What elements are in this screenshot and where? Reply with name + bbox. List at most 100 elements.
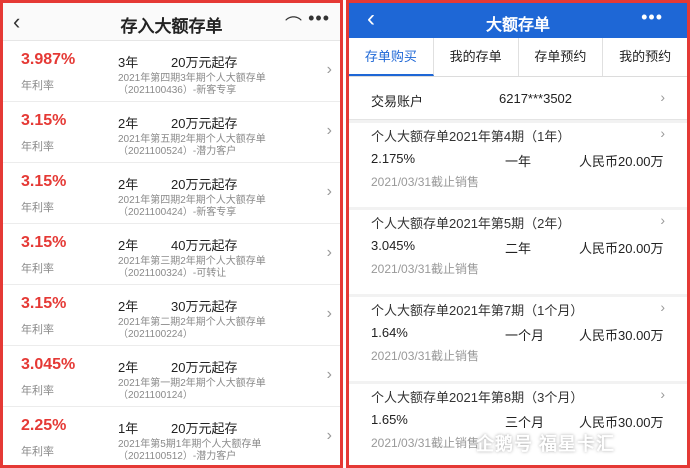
annual-rate: 2.25% (21, 417, 67, 434)
rate-label: 年利率 (21, 263, 54, 275)
term: 2年 (118, 360, 139, 375)
term: 1年 (118, 421, 139, 436)
description: 2021年第四期2年期个人大额存单 （2021100424）-新客专享 (118, 195, 313, 219)
annual-rate: 3.15% (21, 234, 67, 251)
product-term: 一年 (505, 154, 532, 169)
product-amount: 人民币30.00万 (579, 328, 664, 343)
term: 3年 (118, 55, 139, 70)
headset-icon[interactable]: ⌒ (285, 11, 302, 36)
account-number: 6217***3502 (499, 91, 573, 106)
tab-purchase[interactable]: 存单购买 (349, 38, 434, 76)
chevron-right-icon: › (660, 89, 665, 105)
description: 2021年第三期2年期个人大额存单 （2021100324）-可转让 (118, 256, 313, 280)
annual-rate: 3.987% (21, 51, 76, 68)
description-line: 2021年第四期3年期个人大额存单 (118, 73, 266, 84)
chevron-right-icon: › (660, 212, 665, 228)
description-code: （2021100512）-潜力客户 (118, 451, 237, 462)
term: 2年 (118, 116, 139, 131)
left-header: ‹ 存入大额存单 ⌒ ••• (3, 3, 340, 41)
more-icon[interactable]: ••• (308, 8, 330, 29)
min-amount: 20万元起存 (171, 177, 238, 192)
rate-label: 年利率 (21, 80, 54, 92)
rate-label: 年利率 (21, 141, 54, 153)
rate-label: 年利率 (21, 202, 54, 214)
account-label: 交易账户 (371, 94, 424, 109)
watermark: 企鹅号 福星卡汇 (476, 434, 616, 454)
right-screen: ‹ 大额存单 ••• 存单购买 我的存单 存单预约 我的预约 交易账户 6217… (346, 0, 690, 468)
product-name: 个人大额存单2021年第8期（3个月） (371, 390, 584, 405)
description-code: （2021100436）-新客专享 (118, 85, 237, 96)
min-amount: 20万元起存 (171, 360, 238, 375)
description-code: （2021100424）-新客专享 (118, 207, 237, 218)
list-item[interactable]: 3.15% 年利率 2年 20万元起存 2021年第四期2年期个人大额存单 （20… (3, 163, 340, 224)
term: 2年 (118, 177, 139, 192)
description: 2021年第五期2年期个人大额存单 （2021100524）-潜力客户 (118, 134, 313, 158)
tab-my-reservations[interactable]: 我的预约 (603, 38, 687, 76)
product-item[interactable]: 个人大额存单2021年第5期（2年） › 3.045% 二年 人民币20.00万… (349, 210, 687, 294)
description-line: 2021年第一期2年期个人大额存单 (118, 378, 266, 389)
right-header: ‹ 大额存单 ••• (349, 3, 687, 38)
annual-rate: 3.15% (21, 173, 67, 190)
description-code: （2021100524）-潜力客户 (118, 146, 237, 157)
description-line: 2021年第三期2年期个人大额存单 (118, 256, 266, 267)
description-code: （2021100324）-可转让 (118, 268, 227, 279)
product-term: 一个月 (505, 328, 545, 343)
min-amount: 40万元起存 (171, 238, 238, 253)
product-item[interactable]: 个人大额存单2021年第7期（1个月） › 1.64% 一个月 人民币30.00… (349, 297, 687, 381)
term: 2年 (118, 238, 139, 253)
min-amount: 30万元起存 (171, 299, 238, 314)
chevron-right-icon: › (660, 125, 665, 141)
description-line: 2021年第五期2年期个人大额存单 (118, 134, 266, 145)
chevron-right-icon: › (326, 305, 332, 322)
min-amount: 20万元起存 (171, 55, 238, 70)
list-item[interactable]: 3.045% 年利率 2年 20万元起存 2021年第一期2年期个人大额存单 （2… (3, 346, 340, 407)
description: 2021年第一期2年期个人大额存单 （2021100124） (118, 378, 313, 402)
product-status: 2021/03/31截止销售 (371, 349, 480, 363)
description: 2021年第5期1年期个人大额存单 （2021100512）-潜力客户 (118, 439, 313, 463)
chevron-right-icon: › (326, 366, 332, 383)
product-status: 2021/03/31截止销售 (371, 175, 480, 189)
chevron-right-icon: › (326, 244, 332, 261)
annual-rate: 3.15% (21, 112, 67, 129)
annual-rate: 3.045% (21, 356, 76, 373)
description-line: 2021年第四期2年期个人大额存单 (118, 195, 266, 206)
rate-label: 年利率 (21, 446, 54, 458)
chevron-right-icon: › (660, 386, 665, 402)
product-name: 个人大额存单2021年第7期（1个月） (371, 303, 584, 318)
min-amount: 20万元起存 (171, 116, 238, 131)
product-name: 个人大额存单2021年第4期（1年） (371, 129, 571, 144)
list-item[interactable]: 3.987% 年利率 3年 20万元起存 2021年第四期3年期个人大额存单 （2… (3, 41, 340, 102)
chevron-right-icon: › (326, 122, 332, 139)
list-item[interactable]: 3.15% 年利率 2年 30万元起存 2021年第二期2年期个人大额存单 （20… (3, 285, 340, 346)
deposit-list: 3.987% 年利率 3年 20万元起存 2021年第四期3年期个人大额存单 （2… (3, 41, 340, 465)
product-term: 二年 (505, 241, 532, 256)
chevron-right-icon: › (326, 427, 332, 444)
more-icon[interactable]: ••• (641, 7, 663, 28)
tab-my-deposits[interactable]: 我的存单 (434, 38, 519, 76)
description-code: （2021100124） (118, 390, 193, 401)
description: 2021年第四期3年期个人大额存单 （2021100436）-新客专享 (118, 73, 313, 97)
description: 2021年第二期2年期个人大额存单 （2021100224） (118, 317, 313, 341)
list-item[interactable]: 3.15% 年利率 2年 20万元起存 2021年第五期2年期个人大额存单 （20… (3, 102, 340, 163)
description-line: 2021年第5期1年期个人大额存单 (118, 439, 262, 450)
description-code: （2021100224） (118, 329, 193, 340)
description-line: 2021年第二期2年期个人大额存单 (118, 317, 266, 328)
product-amount: 人民币20.00万 (579, 154, 664, 169)
product-rate: 1.64% (371, 325, 408, 340)
term: 2年 (118, 299, 139, 314)
rate-label: 年利率 (21, 324, 54, 336)
annual-rate: 3.15% (21, 295, 67, 312)
list-item[interactable]: 2.25% 年利率 1年 20万元起存 2021年第5期1年期个人大额存单 （20… (3, 407, 340, 465)
min-amount: 20万元起存 (171, 421, 238, 436)
chevron-right-icon: › (326, 61, 332, 78)
list-item[interactable]: 3.15% 年利率 2年 40万元起存 2021年第三期2年期个人大额存单 （20… (3, 224, 340, 285)
product-amount: 人民币20.00万 (579, 241, 664, 256)
rate-label: 年利率 (21, 385, 54, 397)
chevron-right-icon: › (326, 183, 332, 200)
chevron-right-icon: › (660, 299, 665, 315)
left-screen: ‹ 存入大额存单 ⌒ ••• 3.987% 年利率 3年 20万元起存 2021… (0, 0, 343, 468)
product-item[interactable]: 个人大额存单2021年第4期（1年） › 2.175% 一年 人民币20.00万… (349, 123, 687, 207)
account-selector[interactable]: 交易账户 6217***3502 › (349, 77, 687, 120)
product-rate: 2.175% (371, 151, 416, 166)
tab-reservation[interactable]: 存单预约 (519, 38, 604, 76)
